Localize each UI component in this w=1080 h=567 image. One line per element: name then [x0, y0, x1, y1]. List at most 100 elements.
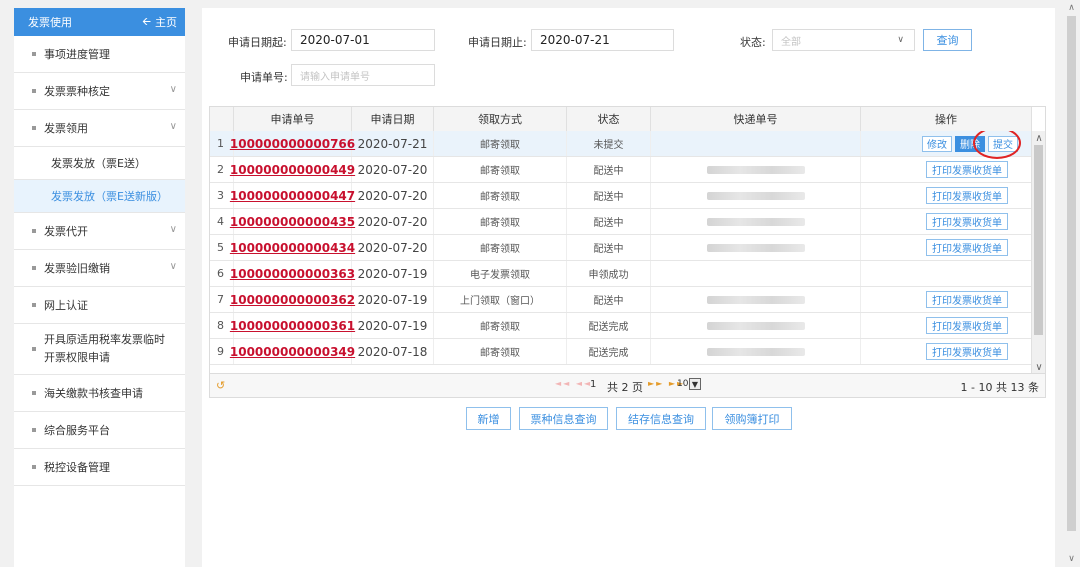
table-row[interactable]: 4 100000000000435 2020-07-20 邮寄领取 配送中 打印发票收货单 [210, 209, 1032, 235]
order-number-link[interactable]: 100000000000435 [230, 209, 355, 234]
print-receipt-button[interactable]: 打印发票收货单 [926, 213, 1008, 230]
order-number-link[interactable]: 100000000000349 [230, 339, 355, 364]
status-select[interactable]: 全部 ∨ [772, 29, 915, 51]
current-page[interactable]: 1 [590, 379, 596, 390]
print-receipt-button[interactable]: 打印发票收货单 [926, 343, 1008, 360]
order-number-link[interactable]: 100000000000362 [230, 287, 355, 312]
page-scrollbar-thumb[interactable] [1067, 16, 1076, 531]
type-info-query-button[interactable]: 票种信息查询 [519, 407, 608, 430]
order-number-link[interactable]: 100000000000449 [230, 157, 355, 182]
redacted-express-number [706, 321, 805, 330]
bullet-icon [32, 266, 36, 270]
order-number-link[interactable]: 100000000000766 [230, 131, 355, 156]
chevron-down-icon: ∨ [169, 84, 177, 95]
row-actions: 修改 删除 提交 [861, 131, 1032, 159]
start-date-input[interactable]: 2020-07-01 [291, 29, 435, 51]
page-scrollbar[interactable]: ∧ ∨ [1063, 0, 1080, 567]
table-row[interactable]: 8 100000000000361 2020-07-19 邮寄领取 配送完成 打印发票收货… [210, 313, 1032, 339]
bullet-icon [32, 303, 36, 307]
end-date-input[interactable]: 2020-07-21 [531, 29, 674, 51]
ledger-print-button[interactable]: 领购簿打印 [712, 407, 792, 430]
order-number-link[interactable]: 100000000000361 [230, 313, 355, 338]
add-button[interactable]: 新增 [466, 407, 511, 430]
print-receipt-button[interactable]: 打印发票收货单 [926, 239, 1008, 256]
express-number [651, 209, 861, 234]
row-actions: 打印发票收货单 [861, 287, 1032, 312]
apply-date: 2020-07-19 [352, 261, 434, 286]
table-row[interactable]: 7 100000000000362 2020-07-19 上门领取（窗口） 配送中 打印发… [210, 287, 1032, 313]
refresh-icon[interactable]: ↺ [216, 379, 225, 392]
print-receipt-button[interactable]: 打印发票收货单 [926, 187, 1008, 204]
collect-method: 邮寄领取 [434, 339, 567, 364]
sidebar-item-device-manage[interactable]: 税控设备管理 [14, 449, 185, 486]
table-scrollbar[interactable]: ∧ ∨ [1031, 131, 1045, 375]
print-receipt-button[interactable]: 打印发票收货单 [926, 317, 1008, 334]
express-number [651, 183, 861, 208]
home-link[interactable]: 🡨 主页 [142, 13, 177, 32]
collect-method: 上门领取（窗口） [434, 287, 567, 312]
redacted-express-number [706, 347, 805, 356]
sidebar-item-label: 综合服务平台 [44, 424, 110, 437]
order-status: 配送完成 [567, 313, 651, 338]
order-number-input[interactable]: 请输入申请单号 [291, 64, 435, 86]
sidebar-item-label-line1: 开具原适用税率发票临时 [44, 333, 165, 346]
sidebar-item-progress[interactable]: 事项进度管理 [14, 36, 185, 73]
row-actions [861, 261, 1032, 286]
apply-date: 2020-07-18 [352, 339, 434, 364]
table-row[interactable]: 9 100000000000349 2020-07-18 邮寄领取 配送完成 打印发票收货… [210, 339, 1032, 365]
sidebar-header: 发票使用 🡨 主页 [14, 8, 185, 36]
sidebar-item-online-auth[interactable]: 网上认证 [14, 287, 185, 324]
row-actions: 打印发票收货单 [861, 339, 1032, 364]
sidebar-item-invoice-verify[interactable]: 发票验旧缴销 ∨ [14, 250, 185, 287]
table-row[interactable]: 1 100000000000766 2020-07-21 邮寄领取 未提交 修改 删除 提交 [210, 131, 1032, 159]
sidebar-subitem-pe-send-new[interactable]: 发票发放（票E送新版） [14, 180, 185, 213]
sidebar-item-type-approval[interactable]: 发票票种核定 ∨ [14, 73, 185, 110]
order-number-link[interactable]: 100000000000434 [230, 235, 355, 260]
sidebar-item-invoice-collect[interactable]: 发票领用 ∨ [14, 110, 185, 147]
bullet-icon [32, 428, 36, 432]
sidebar-item-customs-check[interactable]: 海关缴款书核查申请 [14, 375, 185, 412]
scroll-up-icon[interactable]: ∧ [1032, 133, 1045, 144]
scroll-up-icon[interactable]: ∧ [1063, 3, 1080, 13]
table-row[interactable]: 3 100000000000447 2020-07-20 邮寄领取 配送中 打印发票收货单 [210, 183, 1032, 209]
back-arrow-icon: 🡨 [142, 14, 151, 28]
order-status: 配送中 [567, 183, 651, 208]
page-size-select[interactable]: ▼ [689, 378, 701, 390]
row-actions: 打印发票收货单 [861, 183, 1032, 208]
row-actions: 打印发票收货单 [861, 235, 1032, 260]
collect-method: 邮寄领取 [434, 131, 567, 156]
sidebar-item-temp-permission[interactable]: 开具原适用税率发票临时 开票权限申请 [14, 324, 185, 375]
table-scrollbar-thumb[interactable] [1034, 145, 1043, 335]
sidebar-item-label: 发票领用 [44, 122, 88, 135]
first-prev-page-icon[interactable]: ◄◄ ◄◄ [555, 379, 592, 388]
delete-button[interactable]: 删除 [955, 135, 985, 152]
sidebar-item-label: 事项进度管理 [44, 48, 110, 61]
status-select-value: 全部 [781, 36, 801, 48]
submit-button[interactable]: 提交 [988, 135, 1018, 152]
order-number-link[interactable]: 100000000000363 [230, 261, 355, 286]
express-number [651, 313, 861, 338]
table-row[interactable]: 5 100000000000434 2020-07-20 邮寄领取 配送中 打印发票收货单 [210, 235, 1032, 261]
query-button[interactable]: 查询 [923, 29, 972, 51]
bullet-icon [32, 391, 36, 395]
table-row[interactable]: 6 100000000000363 2020-07-19 电子发票领取 申领成功 [210, 261, 1032, 287]
sidebar-item-service-platform[interactable]: 综合服务平台 [14, 412, 185, 449]
table-header: 申请单号 申请日期 领取方式 状态 快递单号 操作 [210, 107, 1032, 132]
scroll-down-icon[interactable]: ∨ [1032, 362, 1045, 373]
sidebar-subitem-pe-send[interactable]: 发票发放（票E送） [14, 147, 185, 180]
order-number-link[interactable]: 100000000000447 [230, 183, 355, 208]
sidebar-item-label: 发票验旧缴销 [44, 262, 110, 275]
stock-info-query-button[interactable]: 结存信息查询 [616, 407, 706, 430]
edit-button[interactable]: 修改 [922, 135, 952, 152]
sidebar-item-invoice-agent[interactable]: 发票代开 ∨ [14, 213, 185, 250]
apply-date: 2020-07-20 [352, 183, 434, 208]
scroll-down-icon[interactable]: ∨ [1063, 554, 1080, 564]
sidebar-item-label: 开具原适用税率发票临时 开票权限申请 [44, 331, 165, 367]
order-status: 配送中 [567, 235, 651, 260]
redacted-express-number [706, 243, 805, 252]
print-receipt-button[interactable]: 打印发票收货单 [926, 161, 1008, 178]
apply-date: 2020-07-20 [352, 209, 434, 234]
collect-method: 电子发票领取 [434, 261, 567, 286]
table-row[interactable]: 2 100000000000449 2020-07-20 邮寄领取 配送中 打印发票收货单 [210, 157, 1032, 183]
print-receipt-button[interactable]: 打印发票收货单 [926, 291, 1008, 308]
